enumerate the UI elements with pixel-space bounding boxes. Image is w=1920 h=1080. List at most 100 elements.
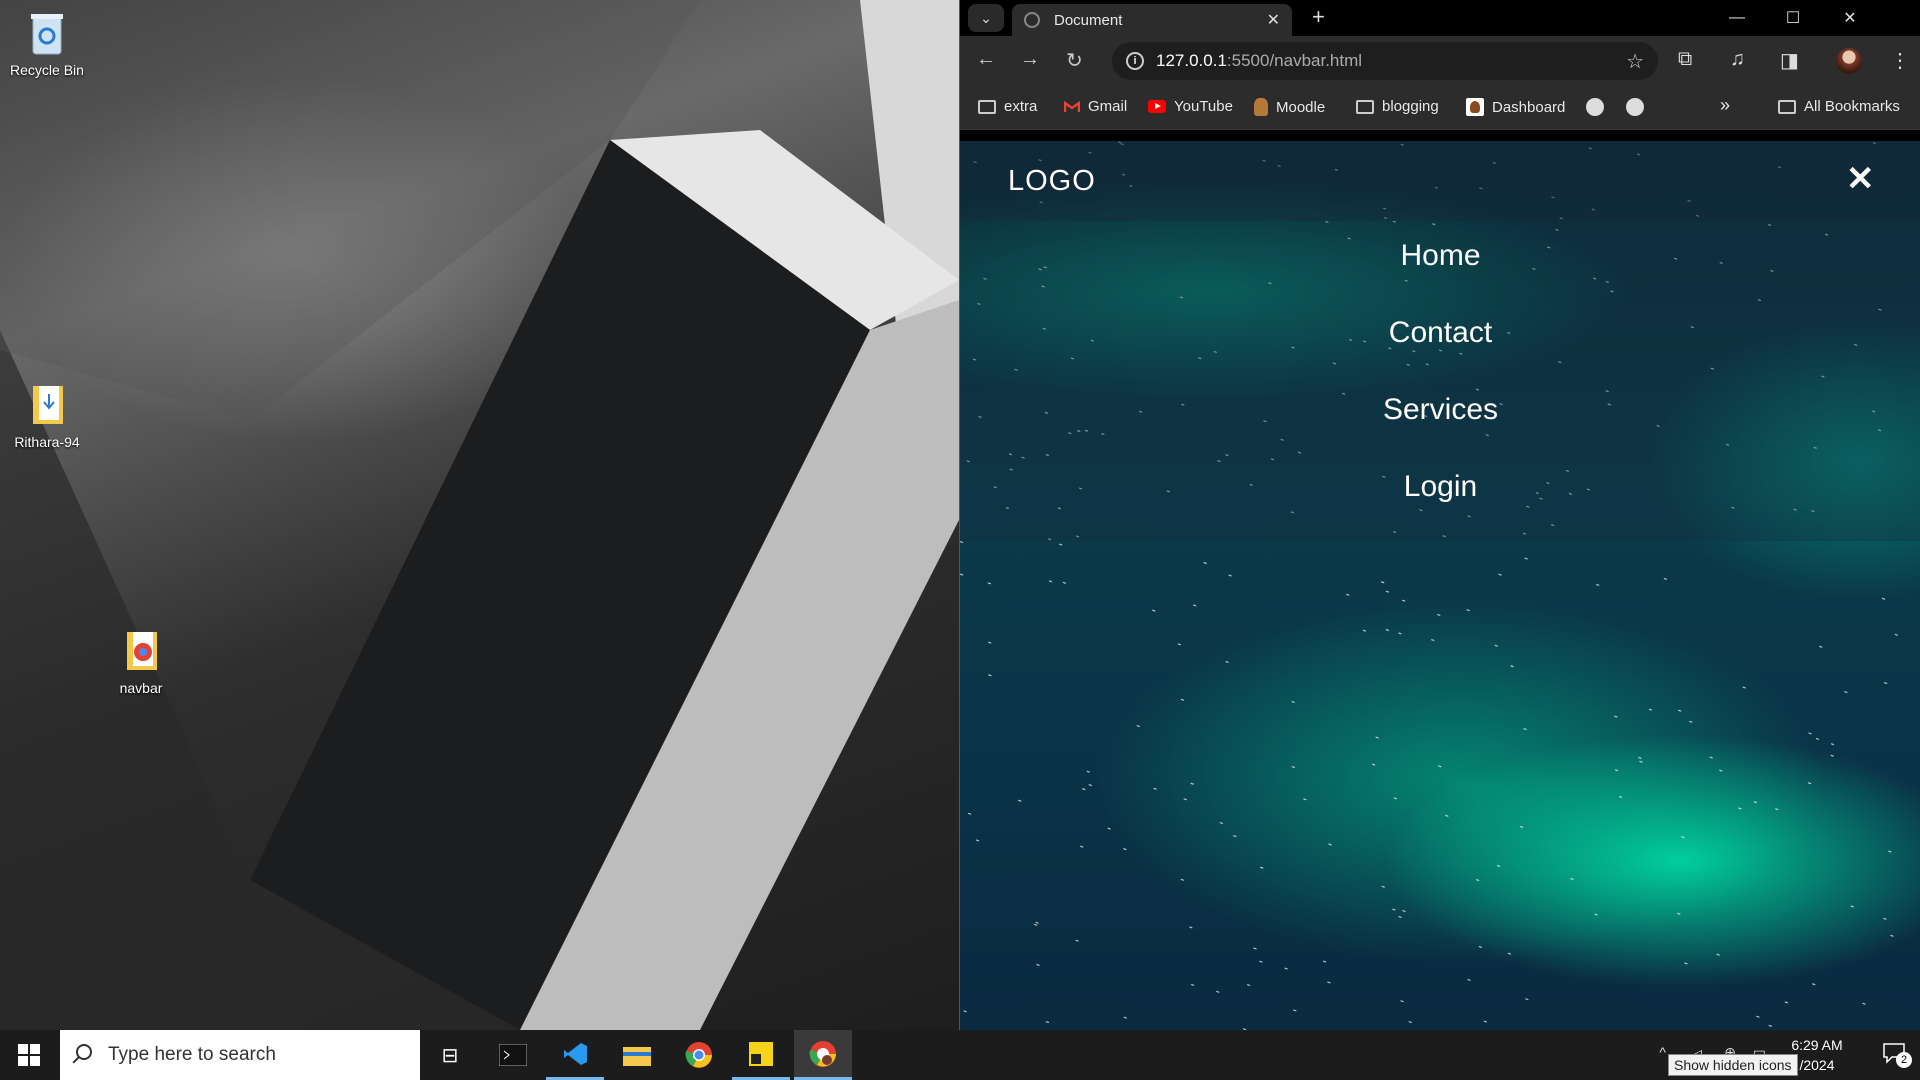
- terminal-button[interactable]: [484, 1030, 542, 1080]
- bookmark-extra[interactable]: extra: [978, 98, 1037, 115]
- star: [1216, 990, 1220, 993]
- maximize-button[interactable]: ☐: [1765, 0, 1821, 36]
- star: [1193, 604, 1197, 607]
- nav-link-home[interactable]: Home: [960, 239, 1920, 273]
- bookmark-star-icon[interactable]: ☆: [1626, 49, 1644, 74]
- desktop-icon-label: Recycle Bin: [10, 62, 84, 78]
- star: [1180, 698, 1185, 701]
- star: [1648, 708, 1653, 711]
- star: [1107, 827, 1111, 830]
- chrome-button[interactable]: [670, 1030, 728, 1080]
- maximize-icon: ☐: [1785, 10, 1801, 27]
- browser-titlebar: ⌄ Document ✕ + — ☐ ✕: [960, 0, 1920, 36]
- star: [1371, 763, 1376, 766]
- file-explorer-button[interactable]: [608, 1030, 666, 1080]
- tab-search-button[interactable]: ⌄: [968, 4, 1004, 32]
- folder-icon: [1778, 99, 1796, 114]
- star: [1189, 926, 1193, 929]
- star: [1830, 743, 1835, 746]
- wallpaper: [0, 0, 959, 1030]
- more-bookmarks-button[interactable]: »: [1720, 95, 1730, 116]
- site-logo[interactable]: LOGO: [1008, 165, 1096, 198]
- star: [1086, 770, 1090, 773]
- kebab-menu-icon[interactable]: ⋮: [1890, 48, 1910, 73]
- star: [1618, 795, 1623, 798]
- start-button[interactable]: [0, 1030, 58, 1080]
- window-close-button[interactable]: ✕: [1822, 0, 1878, 36]
- media-control-icon[interactable]: ♫: [1730, 48, 1745, 71]
- star: [1033, 923, 1038, 926]
- new-tab-button[interactable]: +: [1312, 4, 1325, 30]
- search-icon: [76, 1044, 92, 1060]
- all-bookmarks-button[interactable]: All Bookmarks: [1778, 98, 1900, 115]
- star: [1152, 609, 1156, 612]
- browser-tab[interactable]: Document ✕: [1012, 4, 1292, 36]
- star: [1392, 908, 1396, 911]
- star: [1753, 801, 1758, 804]
- desktop-icon-rithara-94[interactable]: Rithara-94: [2, 380, 92, 450]
- star: [1190, 782, 1194, 785]
- reload-icon[interactable]: ↻: [1066, 48, 1083, 73]
- bookmark-globe-2[interactable]: [1626, 98, 1644, 116]
- profile-avatar[interactable]: [1836, 48, 1862, 74]
- bookmark-gmail[interactable]: Gmail: [1064, 98, 1127, 115]
- browser-toolbar: ← → ↻ i 127.0.0.1:5500/navbar.html ☆ ⧉ ♫…: [960, 36, 1920, 86]
- star: [1062, 581, 1067, 584]
- star: [1253, 947, 1257, 950]
- forward-icon[interactable]: →: [1020, 48, 1040, 71]
- vscode-button[interactable]: [546, 1030, 604, 1080]
- star: [1375, 736, 1379, 739]
- bookmark-moodle[interactable]: Moodle: [1254, 98, 1325, 116]
- nav-link-contact[interactable]: Contact: [960, 316, 1920, 350]
- close-menu-button[interactable]: ✕: [1846, 159, 1875, 199]
- bookmark-globe-1[interactable]: [1586, 98, 1604, 116]
- star: [1663, 577, 1668, 581]
- star: [988, 674, 992, 677]
- taskbar: Type here to search ⊟ ^ ◁ ⊕ ▭ 6:29 AM /2…: [0, 1030, 1920, 1080]
- star: [1059, 543, 1063, 546]
- star: [1408, 1020, 1412, 1024]
- back-icon[interactable]: ←: [976, 48, 996, 71]
- star: [1862, 1002, 1866, 1005]
- nav-link-login[interactable]: Login: [960, 470, 1920, 504]
- star: [1048, 580, 1053, 583]
- nav-link-services[interactable]: Services: [960, 393, 1920, 427]
- star: [1494, 644, 1498, 647]
- star: [1346, 593, 1350, 596]
- star: [1088, 784, 1092, 787]
- youtube-icon: [1148, 100, 1166, 113]
- sticky-notes-icon: [749, 1041, 773, 1066]
- star: [1815, 737, 1820, 740]
- desktop-icon-navbar[interactable]: navbar: [96, 626, 186, 696]
- site-info-icon[interactable]: i: [1126, 52, 1144, 70]
- side-panel-icon[interactable]: ◨: [1780, 48, 1799, 73]
- bookmark-youtube[interactable]: YouTube: [1148, 98, 1233, 115]
- star: [1293, 1009, 1297, 1012]
- sticky-notes-button[interactable]: [732, 1030, 790, 1080]
- address-bar[interactable]: i 127.0.0.1:5500/navbar.html ☆: [1112, 42, 1658, 80]
- star: [1291, 766, 1296, 769]
- bookmark-dashboard[interactable]: Dashboard: [1466, 98, 1565, 116]
- chrome-profile-button[interactable]: [794, 1030, 852, 1080]
- chevron-up-icon[interactable]: ^: [1659, 1044, 1666, 1060]
- minimize-button[interactable]: —: [1709, 0, 1765, 36]
- star: [1639, 760, 1643, 763]
- taskbar-search-box[interactable]: Type here to search: [60, 1030, 420, 1080]
- star: [1362, 629, 1367, 632]
- star: [1709, 756, 1713, 759]
- star: [1123, 1016, 1127, 1019]
- star: [1523, 727, 1527, 731]
- folder-icon: [1356, 99, 1374, 114]
- star: [1498, 573, 1502, 576]
- task-view-button[interactable]: ⊟: [421, 1030, 479, 1080]
- star: [988, 641, 992, 644]
- desktop-icon-recycle-bin[interactable]: Recycle Bin: [2, 8, 92, 78]
- tooltip: Show hidden icons: [1668, 1054, 1798, 1076]
- desktop: Recycle Bin Rithara-94 navbar: [0, 0, 959, 1030]
- plus-icon: +: [1312, 4, 1325, 29]
- bookmark-blogging[interactable]: blogging: [1356, 98, 1439, 115]
- notification-center-button[interactable]: 2: [1882, 1042, 1912, 1068]
- close-icon[interactable]: ✕: [1267, 10, 1280, 30]
- star: [987, 582, 992, 585]
- extensions-icon[interactable]: ⧉: [1678, 48, 1692, 71]
